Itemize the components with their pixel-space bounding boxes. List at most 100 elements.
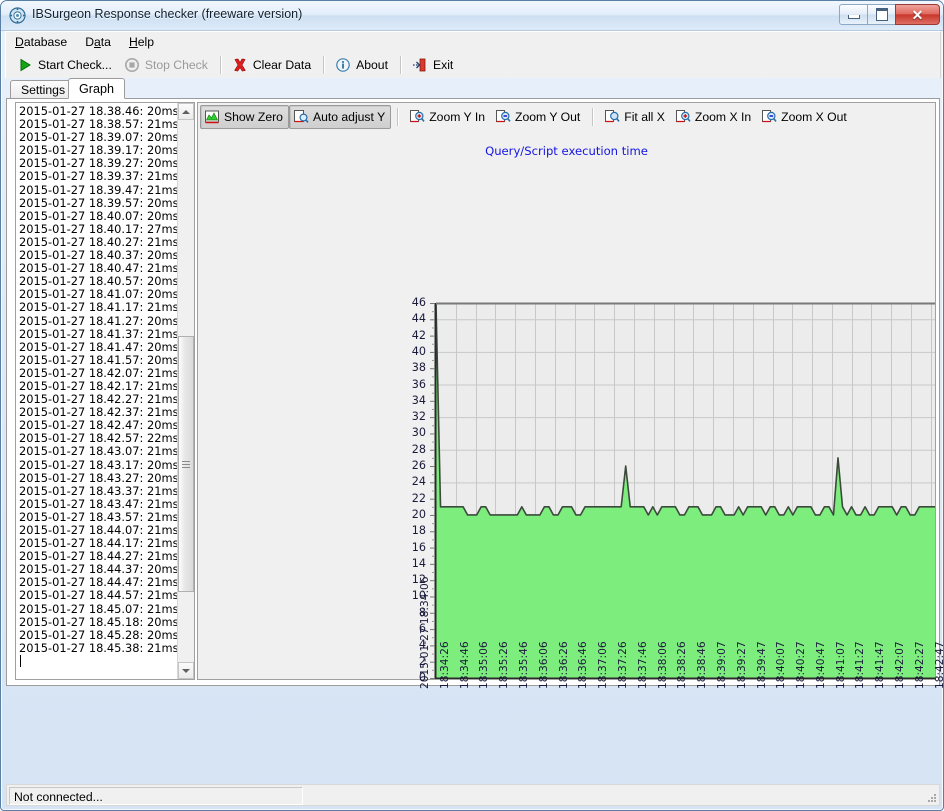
x-axis-tick-label: 18:34:26	[439, 641, 451, 689]
chart[interactable]: Query/Script execution time 0 2 4 6 8 10 12 14 1…	[198, 130, 943, 689]
x-axis-tick-label: 18:35:06	[478, 641, 490, 689]
zoom-y-in-button[interactable]: Zoom Y In	[405, 106, 491, 128]
x-axis-tick-label: 18:40:47	[815, 641, 827, 689]
list-item[interactable]: 2015-01-27 18.40.07: 20ms	[19, 209, 177, 223]
fit-all-x-button[interactable]: Fit all X	[600, 106, 671, 128]
log-list-scrollbar[interactable]	[177, 103, 194, 679]
list-item[interactable]: 2015-01-27 18.41.57: 20ms	[19, 353, 177, 367]
list-item[interactable]: 2015-01-27 18.45.28: 20ms	[19, 628, 177, 642]
x-axis-tick-label: 18:39:47	[756, 641, 768, 689]
menu-item-data[interactable]: Data	[76, 32, 120, 52]
fit-all-x-label: Fit all X	[624, 109, 665, 124]
tab-settings[interactable]: Settings	[10, 80, 77, 99]
main-toolbar: Start Check... Stop Check Clear Data Abo…	[5, 52, 941, 78]
menu-item-database-label: atabase	[23, 35, 68, 49]
zoom-y-in-label: Zoom Y In	[429, 109, 485, 124]
status-bar: Not connected...	[6, 784, 940, 806]
graph-toolbar: Show Zero Auto adjust Y Zoom Y In Zoom Y…	[198, 103, 935, 130]
auto-adjust-y-label: Auto adjust Y	[312, 109, 386, 124]
list-item[interactable]: 2015-01-27 18.43.37: 21ms	[19, 484, 177, 498]
list-item[interactable]: 2015-01-27 18.42.07: 21ms	[19, 366, 177, 380]
show-zero-label: Show Zero	[224, 109, 283, 124]
list-item[interactable]: 2015-01-27 18.45.38: 21ms	[19, 641, 177, 655]
list-item[interactable]: 2015-01-27 18.39.57: 20ms	[19, 196, 177, 210]
list-item[interactable]: 2015-01-27 18.41.37: 21ms	[19, 327, 177, 341]
list-item[interactable]: 2015-01-27 18.43.07: 21ms	[19, 445, 177, 458]
list-item[interactable]: 2015-01-27 18.43.47: 21ms	[19, 497, 177, 511]
tab-graph[interactable]: Graph	[68, 78, 126, 99]
close-button[interactable]: ✕	[895, 4, 940, 25]
title-bar: IBSurgeon Response checker (freeware ver…	[1, 1, 943, 31]
play-icon	[17, 57, 33, 73]
window-title: IBSurgeon Response checker (freeware ver…	[32, 7, 303, 21]
minimize-button[interactable]	[839, 4, 868, 25]
start-check-button[interactable]: Start Check...	[12, 54, 119, 76]
graph-tab-page: 2015-01-27 18.38.46: 20ms 2015-01-27 18.3…	[6, 98, 943, 689]
zoom-x-in-button[interactable]: Zoom X In	[671, 106, 757, 128]
x-axis-tick-label: 18:41:27	[854, 641, 866, 689]
scrollbar-thumb[interactable]	[178, 336, 194, 592]
text-caret	[20, 654, 21, 667]
toolbar-separator	[219, 56, 222, 74]
x-axis-tick-label: 18:42:07	[894, 641, 906, 689]
scroll-down-button[interactable]	[178, 662, 194, 679]
x-axis-tick-label: 18:40:27	[795, 641, 807, 689]
list-item[interactable]: 2015-01-27 18.41.17: 21ms	[19, 301, 177, 314]
list-item[interactable]: 2015-01-27 18.45.07: 21ms	[19, 602, 177, 616]
x-axis-tick-label: 18:39:07	[716, 641, 728, 689]
list-item[interactable]: 2015-01-27 18.43.17: 20ms	[19, 458, 177, 472]
scroll-up-button[interactable]	[178, 103, 194, 120]
about-label: About	[356, 58, 388, 72]
x-axis-tick-label: 18:42:47	[934, 641, 944, 689]
zoom-y-out-button[interactable]: Zoom Y Out	[491, 106, 586, 128]
zoom-x-in-label: Zoom X In	[694, 109, 752, 124]
exit-button[interactable]: Exit	[407, 54, 460, 76]
stop-check-button: Stop Check	[119, 54, 215, 76]
list-item[interactable]: 2015-01-27 18.41.47: 20ms	[19, 340, 177, 354]
x-axis-tick-label: 18:40:07	[775, 641, 787, 689]
x-axis-tick-label: 18:38:06	[657, 641, 669, 689]
menu-item-database[interactable]: Database	[6, 32, 76, 52]
list-item[interactable]: 2015-01-27 18.40.17: 27ms	[19, 222, 177, 236]
x-axis-tick-label: 2015-01-27 18:34:06	[419, 576, 431, 689]
toolbar-separator	[399, 56, 402, 74]
x-axis-tick-label: 18:36:46	[577, 641, 589, 689]
info-icon	[335, 57, 351, 73]
x-axis-tick-label: 18:38:26	[676, 641, 688, 689]
graph-toolbar-separator	[592, 107, 595, 126]
tab-strip: Settings Graph	[6, 78, 940, 99]
zoom-in-x-icon	[675, 109, 691, 125]
status-text: Not connected...	[9, 786, 303, 805]
auto-y-icon	[293, 109, 309, 125]
list-item[interactable]: 2015-01-27 18.44.57: 21ms	[19, 589, 177, 602]
clear-x-icon	[232, 57, 248, 73]
zoom-out-y-icon	[495, 109, 511, 125]
close-icon: ✕	[911, 6, 924, 23]
clear-data-button[interactable]: Clear Data	[227, 54, 318, 76]
zoom-x-out-button[interactable]: Zoom X Out	[757, 106, 853, 128]
resize-grip-icon[interactable]	[925, 791, 937, 803]
list-item[interactable]: 2015-01-27 18.45.18: 20ms	[19, 615, 177, 629]
tab-graph-label: Graph	[79, 82, 115, 96]
window-controls: ✕	[839, 4, 940, 25]
chart-zero-icon	[204, 109, 220, 125]
maximize-button[interactable]	[867, 4, 896, 25]
chevron-up-icon	[182, 109, 190, 114]
x-axis-tick-label: 18:36:26	[558, 641, 570, 689]
list-item[interactable]: 2015-01-27 18.43.27: 20ms	[19, 471, 177, 485]
list-item[interactable]: 2015-01-27 18.39.47: 21ms	[19, 183, 177, 197]
chart-plot	[430, 302, 935, 679]
list-item[interactable]: 2015-01-27 18.41.27: 20ms	[19, 314, 177, 328]
show-zero-button[interactable]: Show Zero	[200, 104, 289, 129]
list-item[interactable]: 2015-01-27 18.39.37: 21ms	[19, 170, 177, 183]
log-list-items: 2015-01-27 18.38.46: 20ms 2015-01-27 18.3…	[16, 103, 177, 679]
menu-item-help-label: elp	[137, 35, 155, 49]
log-list[interactable]: 2015-01-27 18.38.46: 20ms 2015-01-27 18.3…	[15, 102, 195, 680]
about-button[interactable]: About	[330, 54, 395, 76]
stop-check-label: Stop Check	[144, 58, 208, 72]
x-axis-tick-label: 18:37:26	[617, 641, 629, 689]
auto-adjust-y-button[interactable]: Auto adjust Y	[288, 104, 392, 129]
app-icon	[9, 7, 26, 24]
menu-item-help[interactable]: Help	[120, 32, 163, 52]
zoom-y-out-label: Zoom Y Out	[515, 109, 581, 124]
